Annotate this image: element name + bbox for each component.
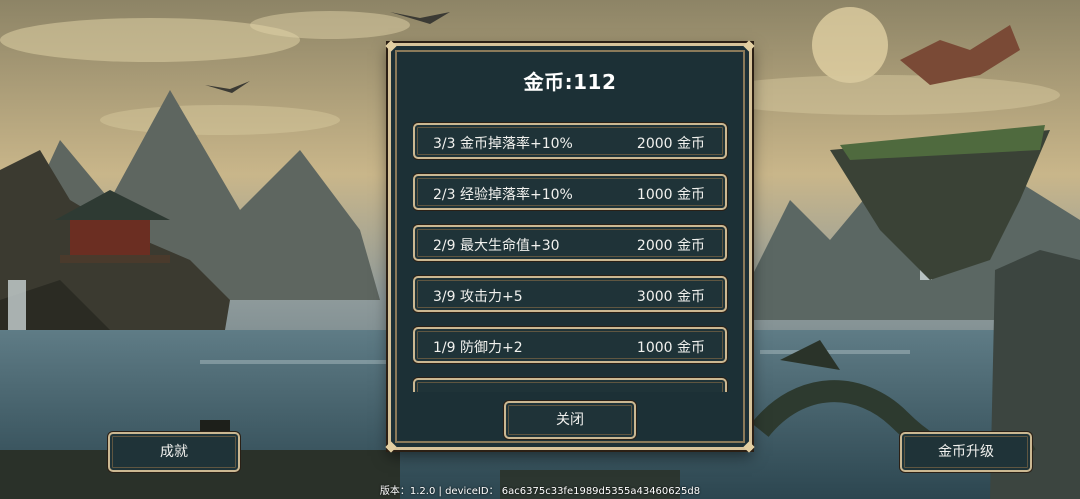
- upgrade-item-cost: 3000 金币: [636, 289, 705, 305]
- corner-ornament: [385, 40, 397, 52]
- upgrade-item-cost: 2000 金币: [636, 136, 705, 152]
- separator: |: [435, 486, 446, 497]
- upgrade-item-label: 1/9 防御力+2: [433, 340, 523, 356]
- upgrade-item-cost: 1000 金币: [636, 340, 705, 356]
- close-button[interactable]: 关闭: [504, 401, 636, 439]
- gold-upgrade-button[interactable]: 金币升级: [900, 432, 1032, 472]
- upgrade-item-attack[interactable]: 3/9 攻击力+5 3000 金币: [413, 276, 727, 312]
- upgrade-item-cost: 2000 金币: [636, 238, 705, 254]
- upgrade-item-cost: 1000 金币: [636, 187, 705, 203]
- version-value: 1.2.0: [409, 486, 436, 497]
- device-label: deviceID：: [445, 486, 499, 497]
- version-label: 版本：: [379, 486, 410, 497]
- upgrade-item-max-hp[interactable]: 2/9 最大生命值+30 2000 金币: [413, 225, 727, 261]
- achievements-button[interactable]: 成就: [108, 432, 240, 472]
- upgrade-list[interactable]: 3/3 金币掉落率+10% 2000 金币 2/3 经验掉落率+10% 1000…: [413, 119, 733, 392]
- upgrade-item-label: 2/3 经验掉落率+10%: [433, 187, 573, 203]
- upgrade-item-exp-drop[interactable]: 2/3 经验掉落率+10% 1000 金币: [413, 174, 727, 210]
- upgrade-item-gold-drop[interactable]: 3/3 金币掉落率+10% 2000 金币: [413, 123, 727, 159]
- upgrade-panel: 金币:112 3/3 金币掉落率+10% 2000 金币 2/3 经验掉落率+1…: [385, 40, 755, 453]
- upgrade-item-label: 3/3 金币掉落率+10%: [433, 136, 573, 152]
- upgrade-item-label: 3/9 攻击力+5: [433, 289, 523, 305]
- version-footer: 版本：1.2.0 | deviceID： 6ac6375c33fe1989d53…: [0, 486, 1080, 498]
- gold-count-title: 金币:112: [523, 70, 617, 94]
- upgrade-item-clipped[interactable]: [413, 378, 727, 392]
- upgrade-item-defense[interactable]: 1/9 防御力+2 1000 金币: [413, 327, 727, 363]
- device-id: 6ac6375c33fe1989d5355a43460625d8: [501, 486, 701, 497]
- upgrade-item-label: 2/9 最大生命值+30: [433, 238, 560, 254]
